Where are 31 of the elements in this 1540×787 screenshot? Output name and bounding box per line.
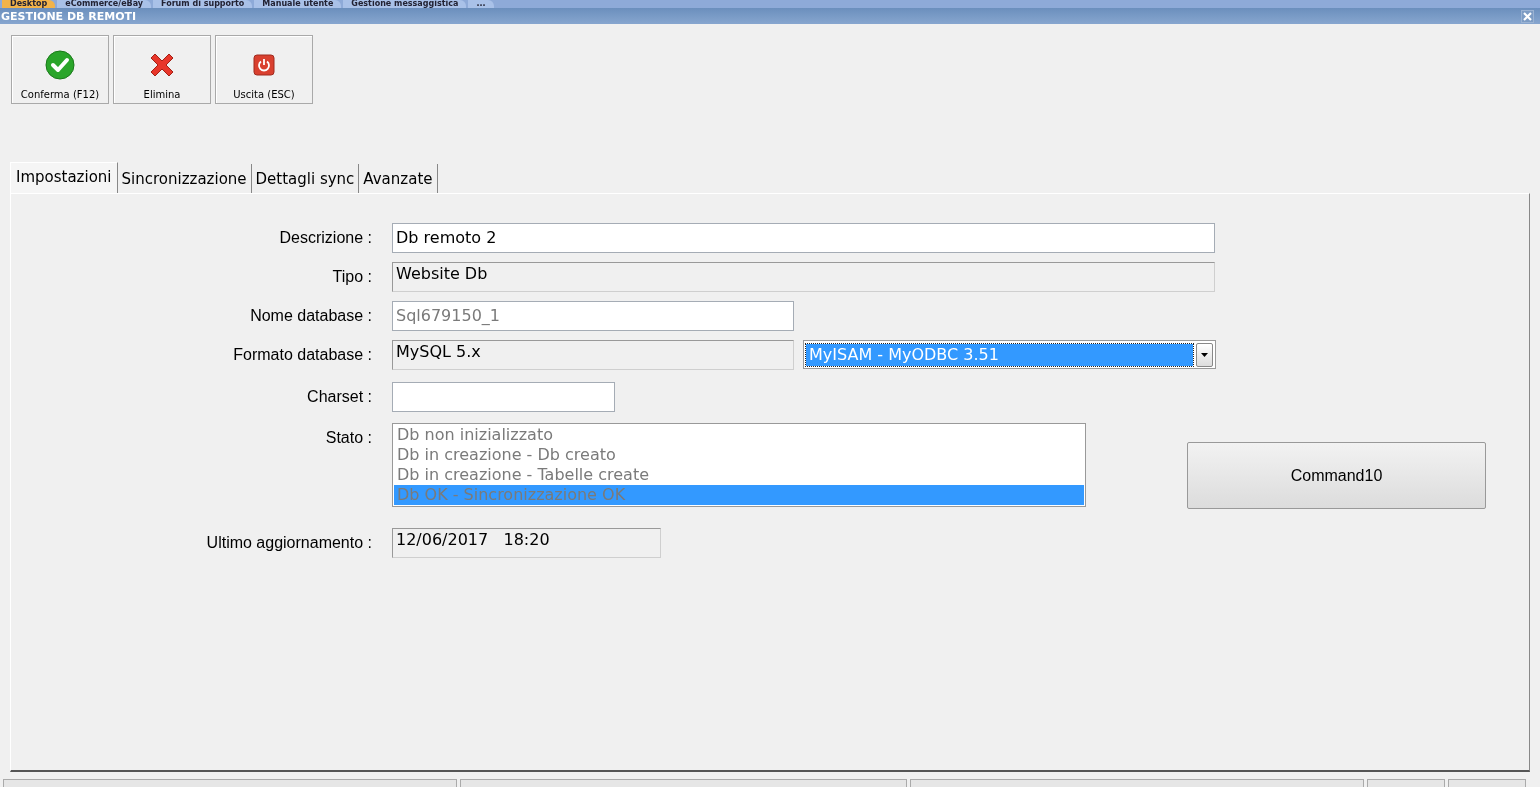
window-title: GESTIONE DB REMOTI — [1, 9, 137, 23]
command-button[interactable]: Command10 — [1187, 442, 1486, 509]
tab[interactable]: Manuale utente — [254, 0, 342, 8]
dropdown-arrow-button[interactable] — [1196, 342, 1213, 367]
tab[interactable]: Gestione messaggistica — [343, 0, 467, 8]
field-label: Tipo : — [331, 267, 372, 287]
tab[interactable]: Impostazioni — [10, 162, 118, 193]
input-field[interactable]: Db remoto 2 — [392, 223, 1215, 253]
input-field[interactable]: MySQL 5.x — [392, 340, 794, 370]
field-label: Descrizione : — [278, 228, 372, 248]
toolbar-button[interactable]: Conferma (F12) — [11, 35, 109, 104]
close-icon — [1523, 11, 1532, 21]
close-button[interactable] — [1521, 9, 1534, 23]
tab[interactable]: eCommerce/eBay — [57, 0, 152, 8]
power-icon — [253, 54, 275, 76]
caret-icon — [1201, 352, 1208, 357]
field-label: Stato : — [324, 428, 372, 448]
input-field[interactable]: Website Db — [392, 262, 1215, 292]
toolbar-button[interactable]: Uscita (ESC) — [215, 35, 313, 104]
field-label: Formato database : — [232, 345, 372, 365]
tab[interactable]: Desktop — [2, 0, 56, 8]
field-label: Charset : — [306, 387, 372, 407]
input-field[interactable] — [392, 382, 615, 412]
input-field[interactable]: 12/06/2017 18:20 — [392, 528, 661, 558]
field-label: Ultimo aggiornamento : — [205, 533, 372, 553]
toolbar-button[interactable]: Elimina — [113, 35, 211, 104]
field-label: Nome database : — [249, 306, 372, 326]
dropdown-value: MyISAM - MyODBC 3.51 — [806, 343, 1193, 366]
checkmark-icon — [45, 50, 75, 80]
tab[interactable]: Forum di supporto — [153, 0, 253, 8]
tab[interactable]: ... — [468, 0, 494, 8]
